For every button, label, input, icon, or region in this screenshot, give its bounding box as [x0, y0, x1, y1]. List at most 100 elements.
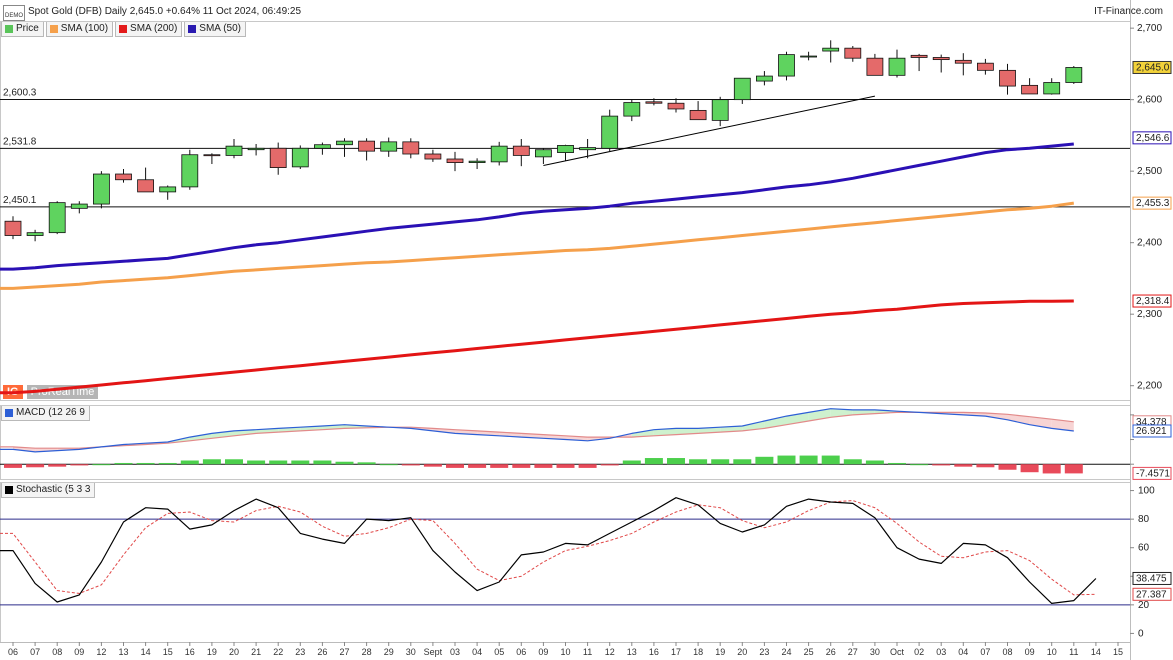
macd-histogram-bar — [556, 464, 575, 468]
x-tick-label: 02 — [914, 647, 924, 657]
macd-histogram-bar — [777, 455, 796, 465]
macd-histogram-bar — [225, 459, 243, 465]
candle-body — [159, 186, 177, 193]
sma200-line — [0, 299, 1074, 395]
candle-body — [579, 147, 596, 151]
macd-histogram-bar — [92, 464, 111, 466]
trendline — [543, 95, 876, 166]
candle-body — [711, 99, 729, 121]
x-tick-label: 05 — [494, 647, 504, 657]
macd-histogram-bar — [379, 464, 398, 466]
macd-histogram-bar — [70, 464, 89, 466]
candle-body — [645, 101, 663, 104]
x-tick-label: 24 — [781, 647, 791, 657]
horizontal-level-label: 2,531.8 — [3, 136, 37, 147]
x-tick-label: 04 — [958, 647, 968, 657]
macd-histogram-bar — [799, 455, 818, 465]
x-tick-label: 18 — [693, 647, 703, 657]
candle-body — [977, 62, 994, 71]
x-tick-label: 15 — [163, 647, 173, 657]
x-tick-label: 11 — [1069, 647, 1078, 657]
macd-histogram-bar — [269, 460, 288, 465]
x-tick-label: 07 — [30, 647, 40, 657]
stochastic-k-line — [0, 497, 1097, 605]
macd-histogram-bar — [622, 460, 641, 465]
macd-histogram-bar — [865, 460, 884, 465]
price-value-tag: 2,546.6 — [1136, 133, 1170, 144]
macd-histogram-bar — [733, 459, 752, 465]
candle-body — [446, 158, 464, 163]
x-tick-label: 16 — [649, 647, 659, 657]
x-tick-label: 10 — [560, 647, 570, 657]
candle-body — [313, 144, 331, 149]
candle-body — [424, 153, 442, 160]
macd-histogram-bar — [689, 459, 708, 465]
macd-histogram-bar — [468, 464, 487, 468]
macd-histogram-bar — [644, 458, 663, 465]
macd-histogram-bar — [1064, 464, 1083, 474]
x-tick-label: 30 — [870, 647, 880, 657]
macd-histogram-bar — [114, 462, 133, 465]
candle-body — [203, 154, 221, 157]
x-tick-label: 09 — [74, 647, 84, 657]
x-tick-label: 14 — [1091, 647, 1101, 657]
candle-body — [115, 173, 132, 181]
candle-body — [402, 141, 420, 155]
x-tick-label: 15 — [1113, 647, 1123, 657]
macd-histogram-bar — [335, 461, 354, 465]
price-value-tag: 2,455.3 — [1136, 198, 1170, 209]
candle-body — [291, 147, 309, 168]
candle-body — [93, 173, 110, 205]
x-tick-label: 27 — [848, 647, 858, 657]
candle-body — [247, 147, 265, 151]
candle-body — [225, 145, 243, 156]
x-tick-label: 20 — [737, 647, 747, 657]
x-tick-label: 12 — [96, 647, 106, 657]
candle-body — [822, 47, 840, 52]
stochastic-y-tick-label: 20 — [1138, 600, 1150, 611]
macd-histogram-bar — [954, 464, 973, 467]
candle-body — [601, 115, 619, 149]
x-tick-label: 09 — [538, 647, 548, 657]
sma100-line — [0, 201, 1075, 290]
candle-body — [778, 54, 795, 77]
macd-histogram-bar — [998, 464, 1017, 470]
x-tick-label: 19 — [715, 647, 725, 657]
candle-body — [358, 140, 376, 152]
x-tick-label: 23 — [759, 647, 769, 657]
macd-histogram-bar — [1042, 464, 1061, 474]
candle-body — [26, 232, 44, 236]
x-tick-label: 14 — [141, 647, 151, 657]
macd-histogram-bar — [313, 460, 332, 465]
macd-histogram-bar — [401, 464, 420, 466]
x-tick-label: 12 — [605, 647, 615, 657]
x-tick-label: 19 — [207, 647, 217, 657]
candle-body — [800, 55, 817, 58]
macd-histogram-bar — [446, 464, 464, 468]
macd-histogram-bar — [512, 464, 531, 468]
macd-histogram-bar — [932, 464, 951, 466]
macd-histogram-bar — [976, 464, 995, 468]
candle-body — [269, 147, 287, 168]
x-tick-label: 23 — [295, 647, 305, 657]
stochastic-y-tick-label: 60 — [1138, 543, 1150, 554]
macd-value-tag: -7.4571 — [1136, 468, 1170, 479]
x-tick-label: 29 — [384, 647, 394, 657]
stochastic-y-tick-label: 100 — [1138, 486, 1155, 497]
chart-canvas[interactable]: 2,700 2,600 2,500 2,400 2,300 2,200 2,600.3 2,5… — [0, 0, 1173, 660]
x-tick-label: 03 — [936, 647, 946, 657]
candle-body — [866, 57, 884, 76]
macd-histogram-bar — [26, 464, 45, 468]
price-y-tick-label: 2,400 — [1137, 238, 1162, 249]
candle-body — [137, 179, 155, 193]
stochastic-value-tag: 38.475 — [1136, 573, 1167, 584]
candle-body — [468, 160, 486, 163]
macd-histogram-bar — [534, 464, 553, 468]
candle-body — [888, 57, 906, 76]
x-tick-label: Sept — [424, 647, 443, 657]
candle-body — [756, 75, 773, 82]
candle-body — [380, 141, 398, 152]
candle-body — [48, 202, 66, 234]
price-y-tick-label: 2,300 — [1137, 309, 1162, 320]
x-tick-label: 08 — [1002, 647, 1012, 657]
